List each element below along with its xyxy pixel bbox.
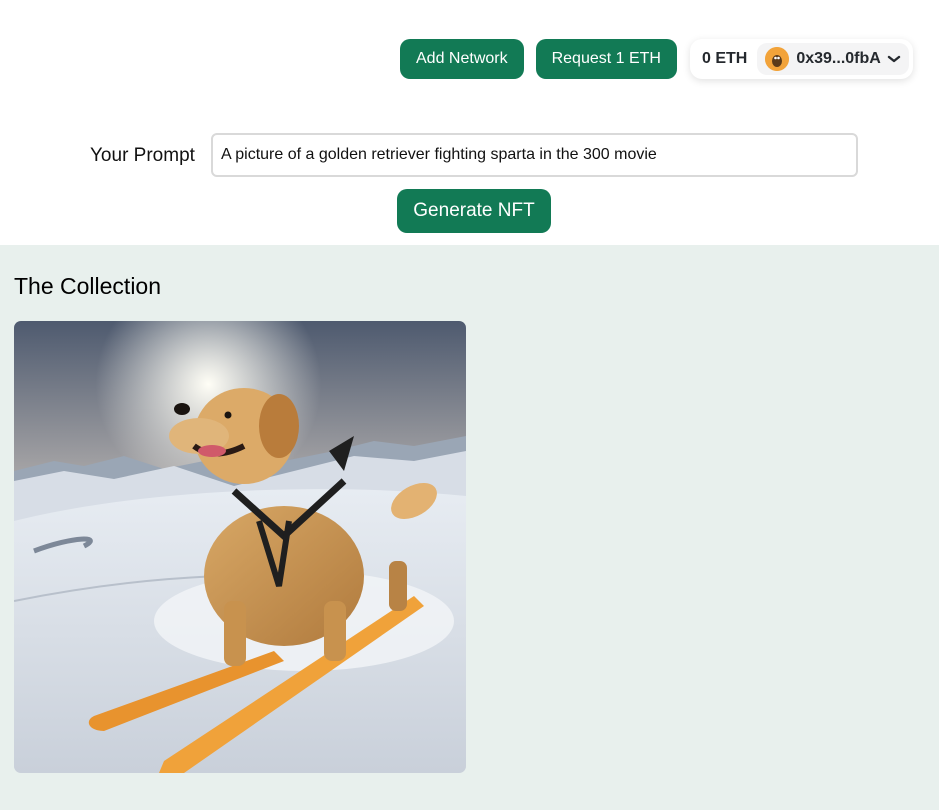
account-avatar-icon — [765, 47, 790, 71]
prompt-input[interactable] — [211, 133, 858, 177]
prompt-row: Your Prompt — [0, 133, 939, 177]
generate-nft-button[interactable]: Generate NFT — [397, 189, 551, 233]
wallet-connect-button[interactable]: 0 ETH 0x39...0fbA — [689, 39, 913, 79]
add-network-button[interactable]: Add Network — [400, 39, 524, 79]
wallet-balance: 0 ETH — [701, 50, 748, 67]
nft-card[interactable] — [14, 321, 466, 773]
chevron-down-icon — [887, 51, 901, 67]
nft-image — [14, 321, 466, 773]
prompt-label: Your Prompt — [90, 145, 195, 166]
request-eth-button[interactable]: Request 1 ETH — [535, 39, 677, 79]
top-bar: Add Network Request 1 ETH 0 ETH 0x39...0… — [400, 39, 913, 79]
collection-title: The Collection — [14, 273, 162, 299]
account-button[interactable]: 0x39...0fbA — [757, 43, 909, 75]
account-address: 0x39...0fbA — [796, 50, 881, 67]
collection-section: The Collection — [0, 245, 939, 810]
